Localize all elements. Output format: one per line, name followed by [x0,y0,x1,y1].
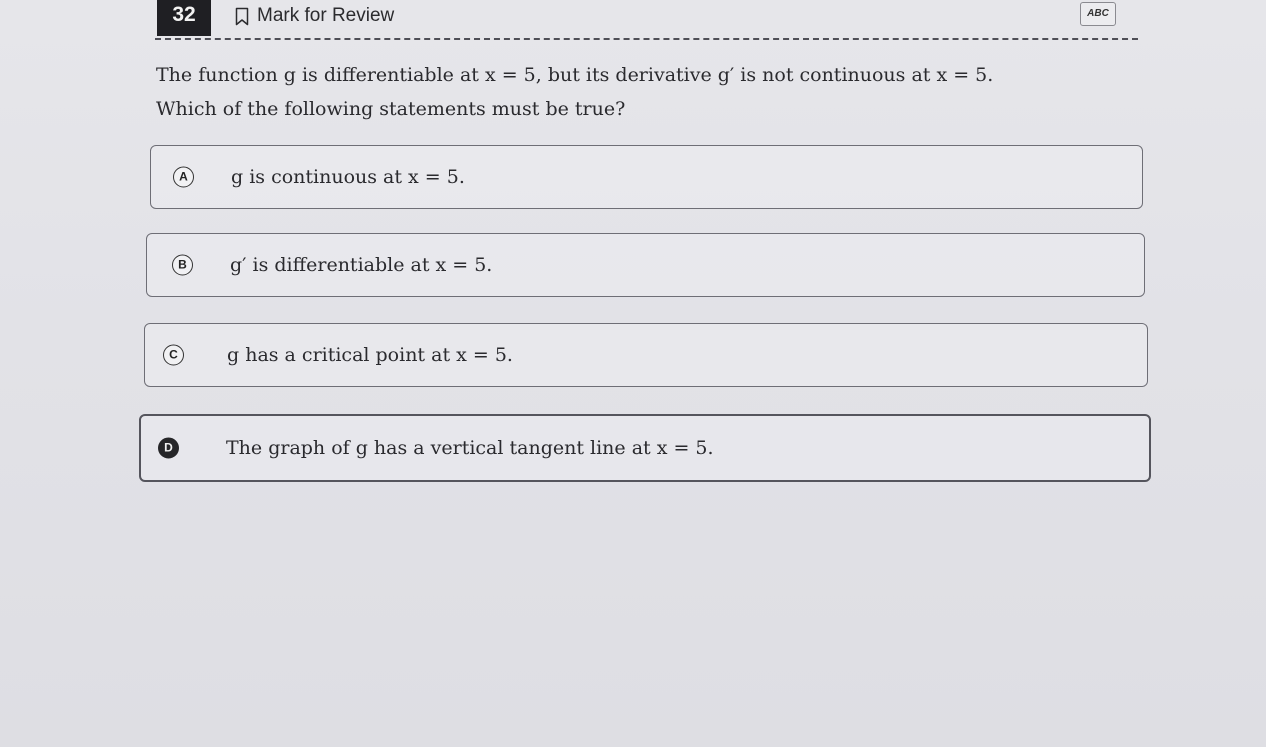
question-number-badge: 32 [157,0,211,36]
answer-option-a[interactable]: A g is continuous at x = 5. [150,145,1143,209]
answer-option-d-selected[interactable]: D The graph of g has a vertical tangent … [139,414,1151,482]
question-header: 32 Mark for Review ABC [155,0,1138,36]
question-line-1: The function g is differentiable at x = … [156,64,994,86]
bookmark-icon [235,7,249,25]
option-letter-d: D [158,437,179,459]
option-text-d: The graph of g has a vertical tangent li… [226,437,714,459]
option-text-c: g has a critical point at x = 5. [227,344,513,366]
mark-for-review-label: Mark for Review [257,5,395,26]
option-letter-a: A [173,166,194,188]
option-text-b: g′ is differentiable at x = 5. [230,254,493,276]
answer-option-c[interactable]: C g has a critical point at x = 5. [144,323,1148,387]
header-divider [155,38,1138,40]
strikethrough-tool-button[interactable]: ABC [1080,2,1116,26]
mark-for-review-button[interactable]: Mark for Review [235,5,394,27]
question-line-2: Which of the following statements must b… [156,98,626,120]
answer-option-b[interactable]: B g′ is differentiable at x = 5. [146,233,1145,297]
option-letter-b: B [172,254,193,276]
option-letter-c: C [163,344,184,366]
question-stem: The function g is differentiable at x = … [156,58,1136,126]
option-text-a: g is continuous at x = 5. [231,166,465,188]
